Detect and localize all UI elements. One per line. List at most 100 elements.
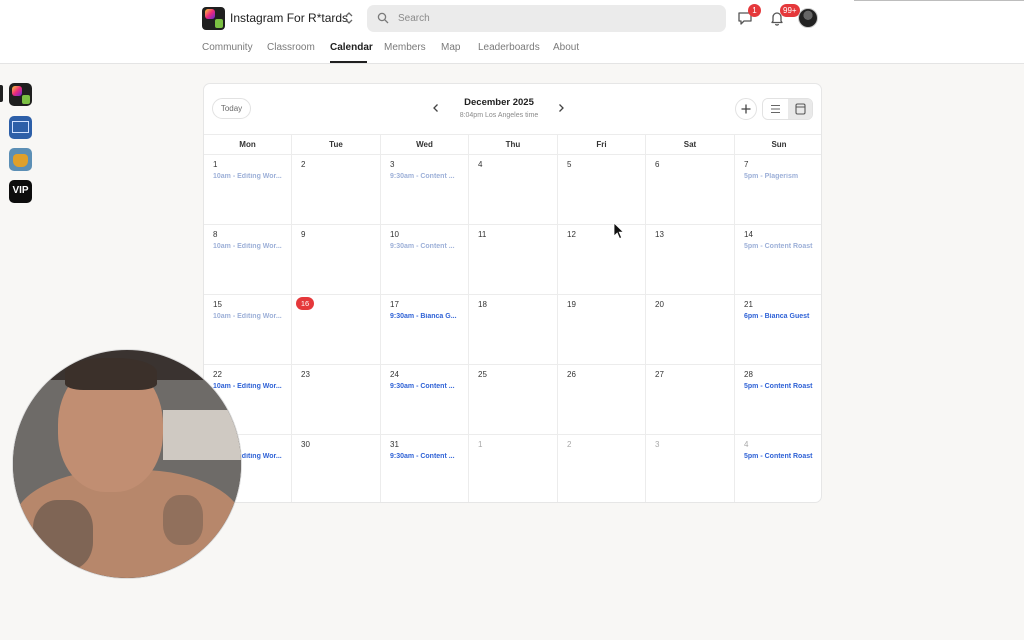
calendar-event[interactable]: 10am - Editing Wor...: [213, 173, 289, 180]
weekday-mon: Mon: [204, 135, 292, 155]
calendar-event[interactable]: 6pm - Bianca Guest: [744, 313, 820, 320]
calendar-day-cell[interactable]: 25: [469, 365, 558, 435]
month-title: December 2025: [464, 97, 534, 108]
calendar-day-cell[interactable]: 17 9:30am - Bianca G...: [381, 295, 469, 365]
calendar-day-cell[interactable]: 11: [469, 225, 558, 295]
calendar-day-cell[interactable]: 24 9:30am - Content ...: [381, 365, 469, 435]
notifications-badge: 99+: [780, 4, 800, 17]
calendar-day-cell[interactable]: 1: [469, 435, 558, 502]
search-icon: [377, 12, 389, 24]
calendar-icon: [795, 103, 806, 115]
chevron-updown-icon[interactable]: [343, 10, 355, 26]
calendar-day-cell[interactable]: 14 5pm - Content Roast: [735, 225, 821, 295]
calendar-week: 2910am - Editing Wor...30319:30am - Cont…: [204, 435, 821, 502]
calendar-day-cell[interactable]: 4 5pm - Content Roast: [735, 435, 821, 502]
tab-calendar[interactable]: Calendar: [330, 42, 373, 53]
logo-badge: [215, 19, 223, 28]
calendar-day-cell[interactable]: 8 10am - Editing Wor...: [204, 225, 292, 295]
group-logo-icon: [12, 121, 29, 133]
tab-map[interactable]: Map: [441, 42, 460, 53]
calendar-day-cell[interactable]: 28 5pm - Content Roast: [735, 365, 821, 435]
calendar-event[interactable]: 5pm - Plagerism: [744, 173, 820, 180]
timezone-note: 8:04pm Los Angeles time: [459, 112, 539, 119]
weekday-header: Mon Tue Wed Thu Fri Sat Sun: [204, 134, 821, 155]
webcam-background-light: [163, 410, 241, 460]
calendar-day-cell[interactable]: 4: [469, 155, 558, 225]
calendar-day-cell[interactable]: 9: [292, 225, 381, 295]
day-number: 9: [301, 230, 306, 239]
mouse-cursor-icon: [613, 222, 625, 240]
active-tab-indicator: [330, 61, 367, 63]
calendar-week: 15 10am - Editing Wor... 16 17 9:30am - Bian…: [204, 295, 821, 365]
group-logo[interactable]: [202, 7, 225, 30]
calendar-day-cell[interactable]: 2: [558, 435, 646, 502]
calendar-day-cell[interactable]: 2: [292, 155, 381, 225]
calendar-day-cell[interactable]: 6: [646, 155, 735, 225]
chevron-right-icon[interactable]: [554, 101, 568, 115]
tab-about[interactable]: About: [553, 42, 579, 53]
calendar-day-cell[interactable]: 3 9:30am - Content ...: [381, 155, 469, 225]
day-number: 8: [213, 230, 218, 239]
calendar-day-cell[interactable]: 23: [292, 365, 381, 435]
calendar-event[interactable]: 9:30am - Content ...: [390, 173, 466, 180]
calendar-day-cell[interactable]: 13: [646, 225, 735, 295]
calendar-event[interactable]: 10am - Editing Wor...: [213, 313, 289, 320]
cat-icon: [13, 154, 28, 167]
day-number: 19: [567, 300, 576, 309]
calendar-day-cell[interactable]: 30: [292, 435, 381, 502]
calendar-view-button[interactable]: [788, 99, 812, 119]
day-number: 11: [478, 230, 487, 239]
calendar-event[interactable]: 5pm - Content Roast: [744, 453, 820, 460]
instagram-icon: [205, 9, 215, 19]
calendar-day-cell[interactable]: 15 10am - Editing Wor...: [204, 295, 292, 365]
calendar-day-cell[interactable]: 12: [558, 225, 646, 295]
calendar-day-cell[interactable]: 5: [558, 155, 646, 225]
calendar-day-cell[interactable]: 18: [469, 295, 558, 365]
calendar-day-cell[interactable]: 26: [558, 365, 646, 435]
calendar-day-cell[interactable]: 27: [646, 365, 735, 435]
weekday-fri: Fri: [558, 135, 646, 155]
rail-group-vip[interactable]: VIP: [9, 180, 32, 203]
tab-community[interactable]: Community: [202, 42, 253, 53]
tab-members[interactable]: Members: [384, 42, 426, 53]
rail-group-3[interactable]: [9, 148, 32, 171]
add-event-button[interactable]: [735, 98, 757, 120]
search-input[interactable]: [398, 9, 698, 28]
calendar-day-cell[interactable]: 19: [558, 295, 646, 365]
list-view-button[interactable]: [763, 99, 788, 119]
calendar-day-cell[interactable]: 10 9:30am - Content ...: [381, 225, 469, 295]
weekday-wed: Wed: [381, 135, 469, 155]
webcam-person-hair: [65, 358, 157, 390]
calendar-event[interactable]: 9:30am - Content ...: [390, 383, 466, 390]
calendar-day-cell[interactable]: 3: [646, 435, 735, 502]
rail-group-instagram[interactable]: [9, 83, 32, 106]
user-avatar[interactable]: [798, 8, 818, 28]
tab-leaderboards[interactable]: Leaderboards: [478, 42, 540, 53]
day-number: 13: [655, 230, 664, 239]
day-number: 15: [213, 300, 222, 309]
day-number: 22: [213, 370, 222, 379]
calendar-event[interactable]: 9:30am - Bianca G...: [390, 313, 466, 320]
rail-group-2[interactable]: [9, 116, 32, 139]
group-name[interactable]: Instagram For R*tards: [230, 11, 348, 25]
today-date-badge: 16: [296, 297, 314, 310]
chevron-left-icon[interactable]: [429, 101, 443, 115]
webcam-tattoo: [33, 500, 93, 570]
calendar-day-cell[interactable]: 7 5pm - Plagerism: [735, 155, 821, 225]
weekday-sun: Sun: [771, 140, 787, 149]
calendar-event[interactable]: 9:30am - Content ...: [390, 243, 466, 250]
calendar-event[interactable]: 10am - Editing Wor...: [213, 243, 289, 250]
calendar-day-cell[interactable]: 31 9:30am - Content ...: [381, 435, 469, 502]
calendar-day-cell[interactable]: 16: [292, 295, 381, 365]
calendar-day-cell[interactable]: 21 6pm - Bianca Guest: [735, 295, 821, 365]
calendar-event[interactable]: 5pm - Content Roast: [744, 243, 820, 250]
calendar-event[interactable]: 5pm - Content Roast: [744, 383, 820, 390]
calendar-event[interactable]: 9:30am - Content ...: [390, 453, 466, 460]
tab-classroom[interactable]: Classroom: [267, 42, 315, 53]
search-bar[interactable]: [367, 5, 726, 32]
calendar-day-cell[interactable]: 20: [646, 295, 735, 365]
today-button[interactable]: Today: [212, 98, 251, 119]
calendar-day-cell[interactable]: 1 10am - Editing Wor...: [204, 155, 292, 225]
day-number: 20: [655, 300, 664, 309]
calendar-week: 1 10am - Editing Wor... 2 3 9:30am - Content…: [204, 155, 821, 225]
